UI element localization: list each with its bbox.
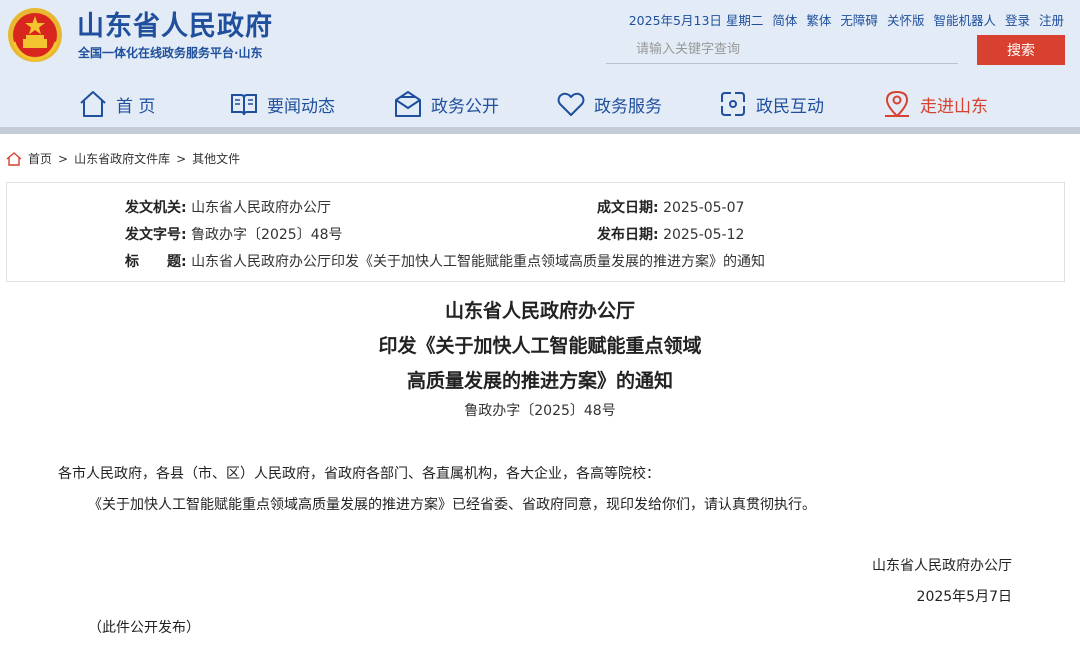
nav-interaction-label: 政民互动 [756, 96, 824, 117]
meta-title: 标 题: 山东省人民政府办公厅印发《关于加快人工智能赋能重点领域高质量发展的推进… [125, 251, 765, 271]
simplified-chinese-link[interactable]: 简体 [772, 10, 797, 29]
interaction-icon [721, 92, 745, 116]
nav-news[interactable]: 要闻动态 [229, 86, 335, 122]
heart-icon [557, 92, 585, 116]
nav-explore-shandong[interactable]: 走进山东 [882, 86, 988, 122]
document-title-line-2: 印发《关于加快人工智能赋能重点领域 [378, 335, 702, 357]
site-title[interactable]: 山东省人民政府 [77, 4, 273, 43]
breadcrumb-separator: > [176, 151, 187, 166]
mail-icon [395, 91, 421, 117]
register-link[interactable]: 注册 [1039, 10, 1064, 29]
breadcrumb-separator: > [58, 151, 69, 166]
breadcrumb: 首页 > 山东省政府文件库 > 其他文件 [6, 150, 240, 167]
nav-explore-shandong-label: 走进山东 [920, 96, 988, 117]
meta-title-value: 山东省人民政府办公厅印发《关于加快人工智能赋能重点领域高质量发展的推进方案》的通… [191, 254, 766, 270]
search-input[interactable] [606, 36, 958, 64]
accessibility-link[interactable]: 无障碍 [840, 10, 878, 29]
smart-robot-link[interactable]: 智能机器人 [933, 10, 996, 29]
header-divider [0, 127, 1080, 134]
breadcrumb-file-library[interactable]: 山东省政府文件库 [74, 150, 170, 167]
location-icon [885, 90, 909, 118]
meta-doc-number: 发文字号: 鲁政办字〔2025〕48号 [125, 224, 343, 244]
national-emblem-icon[interactable] [6, 6, 64, 64]
document-addressee: 各市人民政府，各县（市、区）人民政府，省政府各部门、各直属机构，各大企业，各高等… [58, 466, 660, 482]
document-sign-date: 2025年5月7日 [916, 589, 1012, 605]
home-icon [6, 151, 22, 166]
document-body: 《关于加快人工智能赋能重点领域高质量发展的推进方案》已经省委、省政府同意，现印发… [88, 497, 816, 513]
meta-written-date-value: 2025-05-07 [663, 200, 745, 216]
search-button[interactable]: 搜索 [977, 35, 1065, 65]
meta-published-date-label: 发布日期: [597, 227, 659, 243]
meta-doc-number-value: 鲁政办字〔2025〕48号 [191, 227, 343, 243]
traditional-chinese-link[interactable]: 繁体 [806, 10, 831, 29]
meta-title-label: 标 题: [125, 254, 187, 270]
meta-issuer: 发文机关: 山东省人民政府办公厅 [125, 197, 331, 217]
document-note: （此件公开发布） [88, 620, 200, 636]
nav-news-label: 要闻动态 [267, 96, 335, 117]
breadcrumb-other-files[interactable]: 其他文件 [192, 150, 240, 167]
login-link[interactable]: 登录 [1005, 10, 1030, 29]
book-icon [231, 94, 257, 116]
document-title-line-3: 高质量发展的推进方案》的通知 [406, 370, 673, 392]
nav-gov-services[interactable]: 政务服务 [556, 86, 662, 122]
home-icon [80, 91, 106, 117]
nav-home-label: 首 页 [116, 96, 156, 117]
meta-issuer-value: 山东省人民政府办公厅 [191, 200, 332, 216]
meta-published-date: 发布日期: 2025-05-12 [597, 224, 744, 244]
document-number: 鲁政办字〔2025〕48号 [464, 403, 616, 419]
nav-home[interactable]: 首 页 [78, 86, 155, 122]
site-subtitle[interactable]: 全国一体化在线政务服务平台·山东 [78, 44, 263, 61]
meta-published-date-value: 2025-05-12 [663, 227, 745, 243]
main-nav: 首 页 要闻动态 政务公开 政务服务 政民互动 走进山东 [0, 86, 1080, 122]
meta-issuer-label: 发文机关: [125, 200, 187, 216]
document-signature: 山东省人民政府办公厅 [872, 558, 1012, 574]
nav-gov-affairs[interactable]: 政务公开 [393, 86, 499, 122]
meta-written-date-label: 成文日期: [597, 200, 659, 216]
document-title-line-1: 山东省人民政府办公厅 [444, 300, 635, 322]
care-mode-link[interactable]: 关怀版 [887, 10, 925, 29]
breadcrumb-home[interactable]: 首页 [28, 150, 52, 167]
current-date: 2025年5月13日 星期二 [628, 13, 764, 28]
nav-gov-services-label: 政务服务 [594, 96, 662, 117]
meta-written-date: 成文日期: 2025-05-07 [597, 197, 744, 217]
nav-gov-affairs-label: 政务公开 [431, 96, 499, 117]
meta-doc-number-label: 发文字号: [125, 227, 187, 243]
top-utility-bar: 2025年5月13日 星期二 简体 繁体 无障碍 关怀版 智能机器人 登录 注册 [629, 10, 1064, 29]
nav-interaction[interactable]: 政民互动 [718, 86, 824, 122]
document-metadata: 发文机关: 山东省人民政府办公厅 发文字号: 鲁政办字〔2025〕48号 标 题… [6, 182, 1065, 282]
